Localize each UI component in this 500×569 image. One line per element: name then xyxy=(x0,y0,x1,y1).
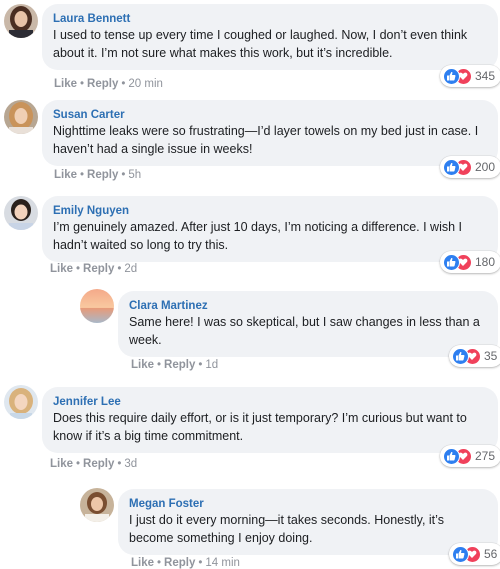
like-button[interactable]: Like xyxy=(131,359,154,371)
comment-text: I’m genuinely amazed. After just 10 days… xyxy=(53,220,463,252)
comment-bubble: Laura Bennett I used to tense up every t… xyxy=(42,4,498,70)
reaction-count: 35 xyxy=(484,349,498,363)
like-button[interactable]: Like xyxy=(131,557,154,569)
like-button[interactable]: Like xyxy=(54,169,77,181)
reactions-pill[interactable]: 275 xyxy=(440,445,500,467)
comment-actions: Like • Reply • 14 min xyxy=(131,557,240,569)
reply-button[interactable]: Reply xyxy=(83,263,114,275)
reaction-count: 56 xyxy=(484,547,498,561)
like-button[interactable]: Like xyxy=(54,78,77,90)
comment-time: 14 min xyxy=(205,557,240,569)
reply-button[interactable]: Reply xyxy=(87,78,118,90)
comment-author[interactable]: Susan Carter xyxy=(53,107,488,123)
avatar[interactable] xyxy=(4,196,38,230)
comment-text: Nighttime leaks were so frustrating—I’d … xyxy=(53,124,479,156)
reactions-pill[interactable]: 56 xyxy=(449,543,500,565)
reaction-count: 180 xyxy=(475,255,496,269)
comment-actions: Like • Reply • 3d xyxy=(50,458,138,470)
like-icon xyxy=(443,253,460,271)
comment-text: Does this require daily effort, or is it… xyxy=(53,411,467,443)
like-icon xyxy=(443,158,460,176)
comment-text: Same here! I was so skeptical, but I saw… xyxy=(129,315,480,347)
like-icon xyxy=(443,447,460,465)
like-icon xyxy=(452,347,469,365)
reply-button[interactable]: Reply xyxy=(164,557,195,569)
comment-actions: Like • Reply • 20 min xyxy=(54,78,163,90)
reaction-count: 200 xyxy=(475,160,496,174)
reactions-pill[interactable]: 200 xyxy=(440,156,500,178)
comment-actions: Like • Reply • 2d xyxy=(50,263,138,275)
comment-time: 20 min xyxy=(128,78,163,90)
comment-author[interactable]: Megan Foster xyxy=(129,496,488,512)
reply-button[interactable]: Reply xyxy=(164,359,195,371)
comment-bubble: Clara Martinez Same here! I was so skept… xyxy=(118,291,498,357)
comment-time: 2d xyxy=(124,263,138,275)
comment-time: 5h xyxy=(128,169,142,181)
reaction-count: 345 xyxy=(475,69,496,83)
like-button[interactable]: Like xyxy=(50,263,73,275)
comment-author[interactable]: Laura Bennett xyxy=(53,11,488,27)
avatar[interactable] xyxy=(4,4,38,38)
reactions-pill[interactable]: 345 xyxy=(440,65,500,87)
comment-bubble: Megan Foster I just do it every morning—… xyxy=(118,489,498,555)
avatar[interactable] xyxy=(4,100,38,134)
comment-time: 1d xyxy=(205,359,219,371)
comment-bubble: Jennifer Lee Does this require daily eff… xyxy=(42,387,498,453)
comment-bubble: Susan Carter Nighttime leaks were so fru… xyxy=(42,100,498,166)
avatar[interactable] xyxy=(80,289,114,323)
reactions-pill[interactable]: 180 xyxy=(440,251,500,273)
avatar[interactable] xyxy=(4,385,38,419)
reaction-count: 275 xyxy=(475,449,496,463)
like-icon xyxy=(443,67,460,85)
like-icon xyxy=(452,545,469,563)
comment-text: I just do it every morning—it takes seco… xyxy=(129,513,444,545)
comment-author[interactable]: Clara Martinez xyxy=(129,298,488,314)
comment-bubble: Emily Nguyen I’m genuinely amazed. After… xyxy=(42,196,498,262)
comment-author[interactable]: Jennifer Lee xyxy=(53,394,488,410)
like-button[interactable]: Like xyxy=(50,458,73,470)
comment-author[interactable]: Emily Nguyen xyxy=(53,203,488,219)
reactions-pill[interactable]: 35 xyxy=(449,345,500,367)
comment-actions: Like • Reply • 5h xyxy=(54,169,142,181)
comment-actions: Like • Reply • 1d xyxy=(131,359,219,371)
comment-text: I used to tense up every time I coughed … xyxy=(53,28,468,60)
avatar[interactable] xyxy=(80,488,114,522)
comment-time: 3d xyxy=(124,458,138,470)
reply-button[interactable]: Reply xyxy=(87,169,118,181)
reply-button[interactable]: Reply xyxy=(83,458,114,470)
